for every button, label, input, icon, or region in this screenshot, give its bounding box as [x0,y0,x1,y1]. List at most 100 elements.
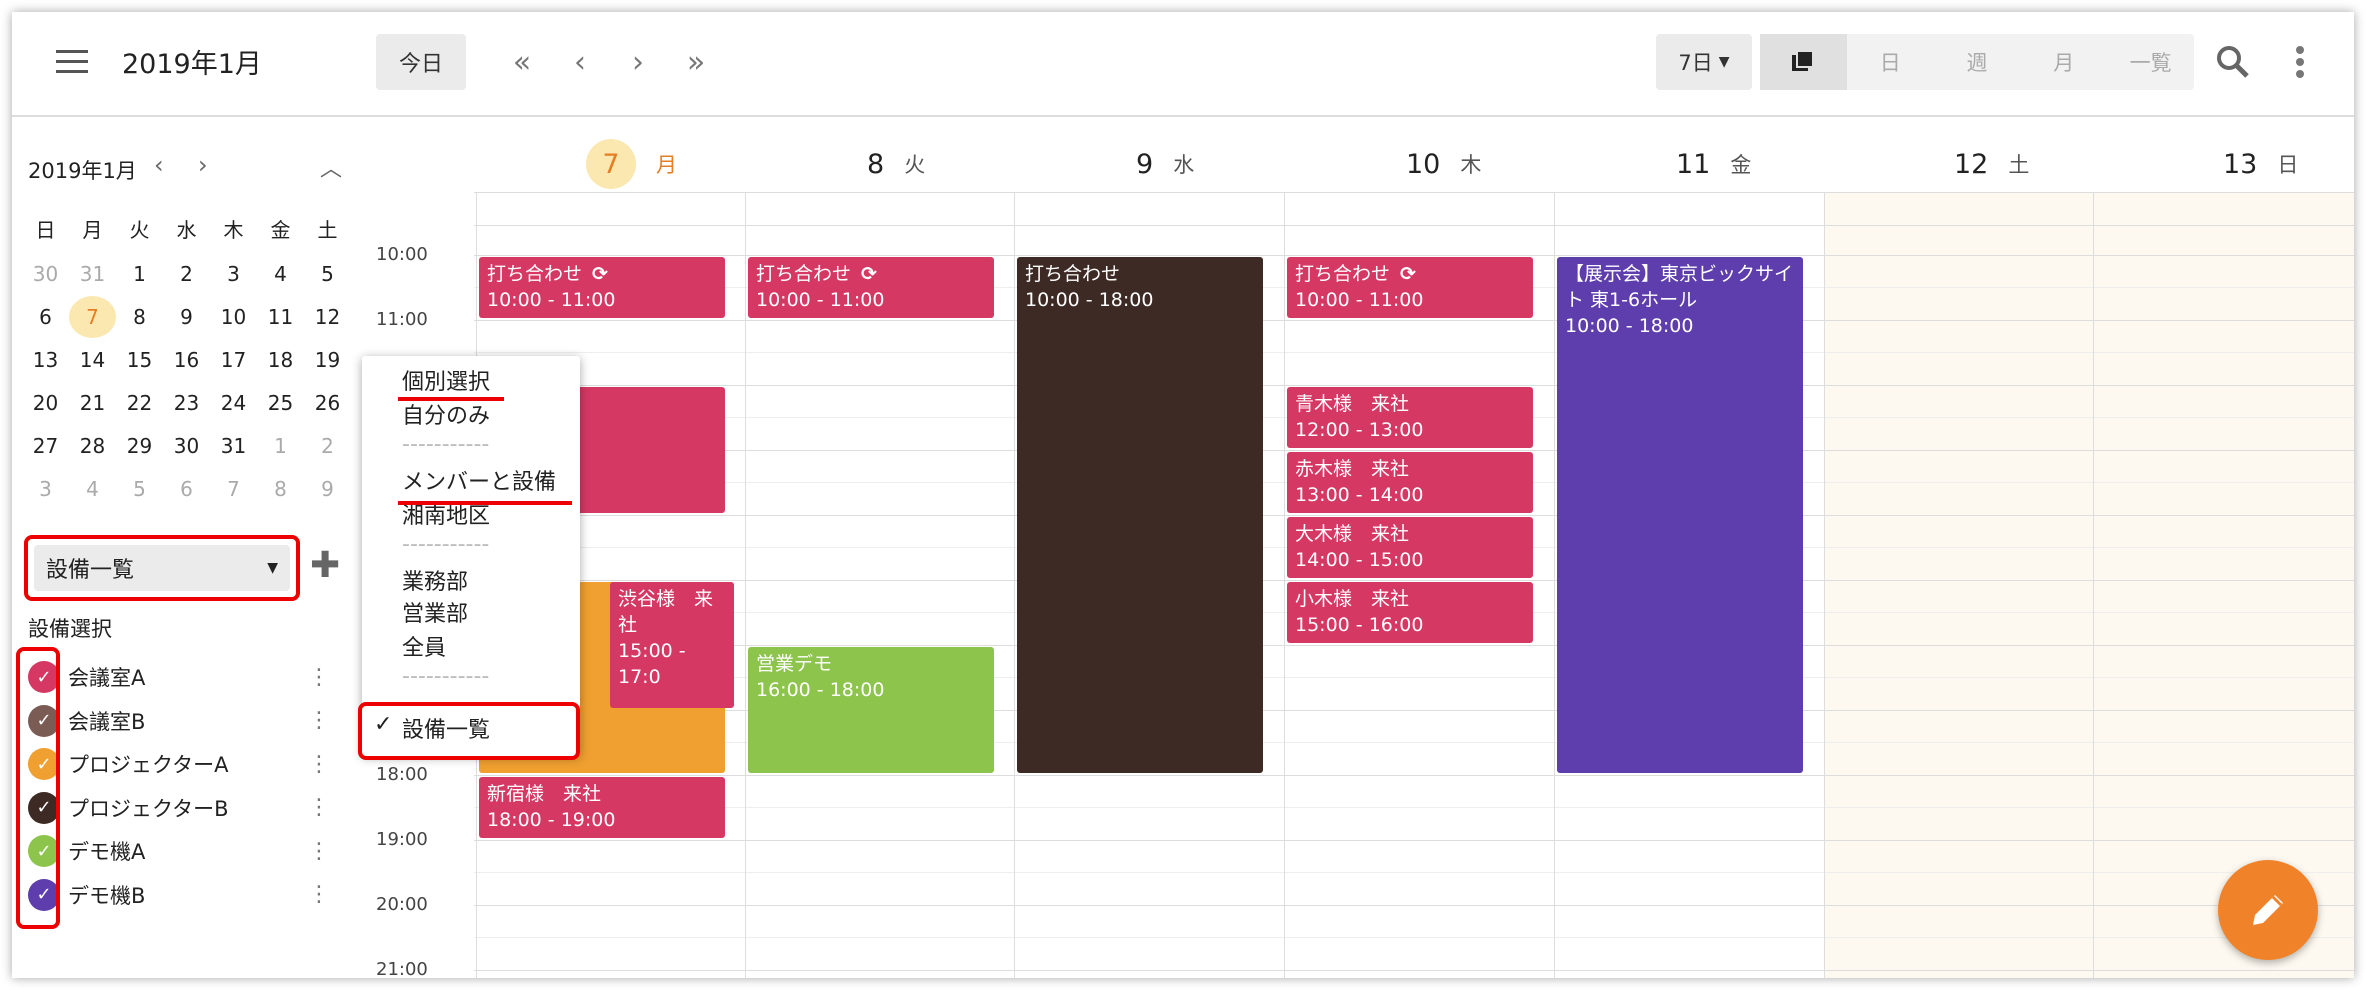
view-day-tab[interactable]: 日 [1847,34,1934,90]
calendar-event[interactable]: 打ち合わせ 10:00 - 18:00 [1017,257,1263,773]
mini-day[interactable]: 1 [257,425,304,467]
more-vertical-icon[interactable]: ⋮ [308,882,330,907]
mini-day[interactable]: 7 [69,296,116,338]
collapse-icon[interactable]: ︿ [320,151,342,183]
add-icon[interactable]: ✚ [310,545,340,586]
calendar-event[interactable]: 青木様 来社 12:00 - 13:00 [1287,387,1533,448]
mini-today[interactable]: 7 [69,296,116,338]
mini-day[interactable]: 11 [257,296,304,338]
day-divider [1824,192,1825,978]
view-multi-icon[interactable] [1760,34,1847,90]
resource-item[interactable]: ✓ プロジェクターA ⋮ [28,744,330,784]
resource-item[interactable]: ✓ プロジェクターB ⋮ [28,788,330,828]
mini-day[interactable]: 22 [116,382,163,424]
mini-day[interactable]: 30 [22,253,69,295]
mini-day[interactable]: 1 [116,253,163,295]
day-header[interactable]: 13 日 [2223,143,2298,185]
more-vertical-icon[interactable]: ⋮ [308,795,330,820]
more-vertical-icon[interactable] [2280,40,2320,84]
create-event-button[interactable] [2218,860,2318,960]
mini-day[interactable]: 30 [163,425,210,467]
mini-day[interactable]: 16 [163,339,210,381]
resource-item[interactable]: ✓ デモ機A ⋮ [28,831,330,871]
day-header[interactable]: 11 金 [1676,143,1751,185]
mini-day[interactable]: 6 [163,468,210,510]
mini-day[interactable]: 8 [116,296,163,338]
menu-item[interactable]: 全員 [402,630,446,662]
mini-day[interactable]: 5 [116,468,163,510]
mini-day[interactable]: 12 [304,296,351,338]
mini-day[interactable]: 3 [210,253,257,295]
mini-day[interactable]: 23 [163,382,210,424]
view-list-tab[interactable]: 一覧 [2107,34,2194,90]
days-select[interactable]: 7日 ▼ [1656,34,1752,90]
resource-item[interactable]: ✓ 会議室B ⋮ [28,701,330,741]
mini-day[interactable]: 18 [257,339,304,381]
calendar-event[interactable]: 打ち合わせ ⟳ 10:00 - 11:00 [1287,257,1533,318]
search-icon[interactable] [2212,40,2254,84]
view-month-tab[interactable]: 月 [2020,34,2107,90]
prev-icon[interactable]: ‹ [560,42,600,82]
resource-item[interactable]: ✓ デモ機B ⋮ [28,875,330,915]
more-vertical-icon[interactable]: ⋮ [308,752,330,777]
prev-fast-icon[interactable]: « [502,42,542,82]
next-icon[interactable]: › [618,42,658,82]
mini-day[interactable]: 24 [210,382,257,424]
hamburger-menu-icon[interactable] [52,42,92,82]
menu-item[interactable]: 個別選択 [402,364,490,396]
resource-item[interactable]: ✓ 会議室A ⋮ [28,657,330,697]
calendar-event[interactable]: 渋谷様 来社 15:00 - 17:0 [610,582,734,708]
calendar-group-select[interactable]: 設備一覧 ▼ [24,535,300,601]
menu-item[interactable]: 業務部 [402,564,468,596]
day-header[interactable]: 8火 [867,143,925,185]
mini-day[interactable]: 4 [69,468,116,510]
calendar-event[interactable]: 【展示会】東京ビックサイト 東1-6ホール 10:00 - 18:00 [1557,257,1803,773]
mini-day[interactable]: 27 [22,425,69,467]
mini-day[interactable]: 2 [304,425,351,467]
view-week-tab[interactable]: 週 [1934,34,2021,90]
mini-day[interactable]: 31 [210,425,257,467]
mini-day[interactable]: 4 [257,253,304,295]
mini-day[interactable]: 5 [304,253,351,295]
mini-next-icon[interactable]: › [198,151,208,179]
mini-day[interactable]: 9 [304,468,351,510]
mini-day[interactable]: 28 [69,425,116,467]
mini-day[interactable]: 8 [257,468,304,510]
mini-day[interactable]: 29 [116,425,163,467]
mini-day[interactable]: 19 [304,339,351,381]
menu-item[interactable]: 営業部 [402,596,468,628]
day-header[interactable]: 9水 [1136,143,1194,185]
calendar-event[interactable]: 打ち合わせ ⟳ 10:00 - 11:00 [748,257,994,318]
today-button[interactable]: 今日 [376,34,466,90]
mini-day[interactable]: 15 [116,339,163,381]
more-vertical-icon[interactable]: ⋮ [308,839,330,864]
day-header[interactable]: 7月 [586,139,677,189]
calendar-event[interactable]: 大木様 来社 14:00 - 15:00 [1287,517,1533,578]
calendar-event[interactable]: 小木様 来社 15:00 - 16:00 [1287,582,1533,643]
mini-day[interactable]: 9 [163,296,210,338]
mini-day[interactable]: 7 [210,468,257,510]
mini-day[interactable]: 21 [69,382,116,424]
more-vertical-icon[interactable]: ⋮ [308,708,330,733]
mini-day[interactable]: 13 [22,339,69,381]
more-vertical-icon[interactable]: ⋮ [308,665,330,690]
mini-day[interactable]: 2 [163,253,210,295]
mini-day[interactable]: 26 [304,382,351,424]
mini-day[interactable]: 3 [22,468,69,510]
calendar-event[interactable]: 営業デモ 16:00 - 18:00 [748,647,994,773]
calendar-event[interactable]: 新宿様 来社 18:00 - 19:00 [479,777,725,838]
mini-day[interactable]: 10 [210,296,257,338]
mini-day[interactable]: 31 [69,253,116,295]
mini-prev-icon[interactable]: ‹ [154,151,164,179]
mini-day[interactable]: 20 [22,382,69,424]
calendar-event[interactable]: 打ち合わせ ⟳ 10:00 - 11:00 [479,257,725,318]
mini-day[interactable]: 25 [257,382,304,424]
day-header[interactable]: 12 土 [1954,143,2029,185]
day-header[interactable]: 10 木 [1406,143,1481,185]
mini-day[interactable]: 14 [69,339,116,381]
next-fast-icon[interactable]: » [676,42,716,82]
menu-item[interactable]: メンバーと設備 [402,464,556,496]
mini-day[interactable]: 17 [210,339,257,381]
mini-day[interactable]: 6 [22,296,69,338]
calendar-event[interactable]: 赤木様 来社 13:00 - 14:00 [1287,452,1533,513]
